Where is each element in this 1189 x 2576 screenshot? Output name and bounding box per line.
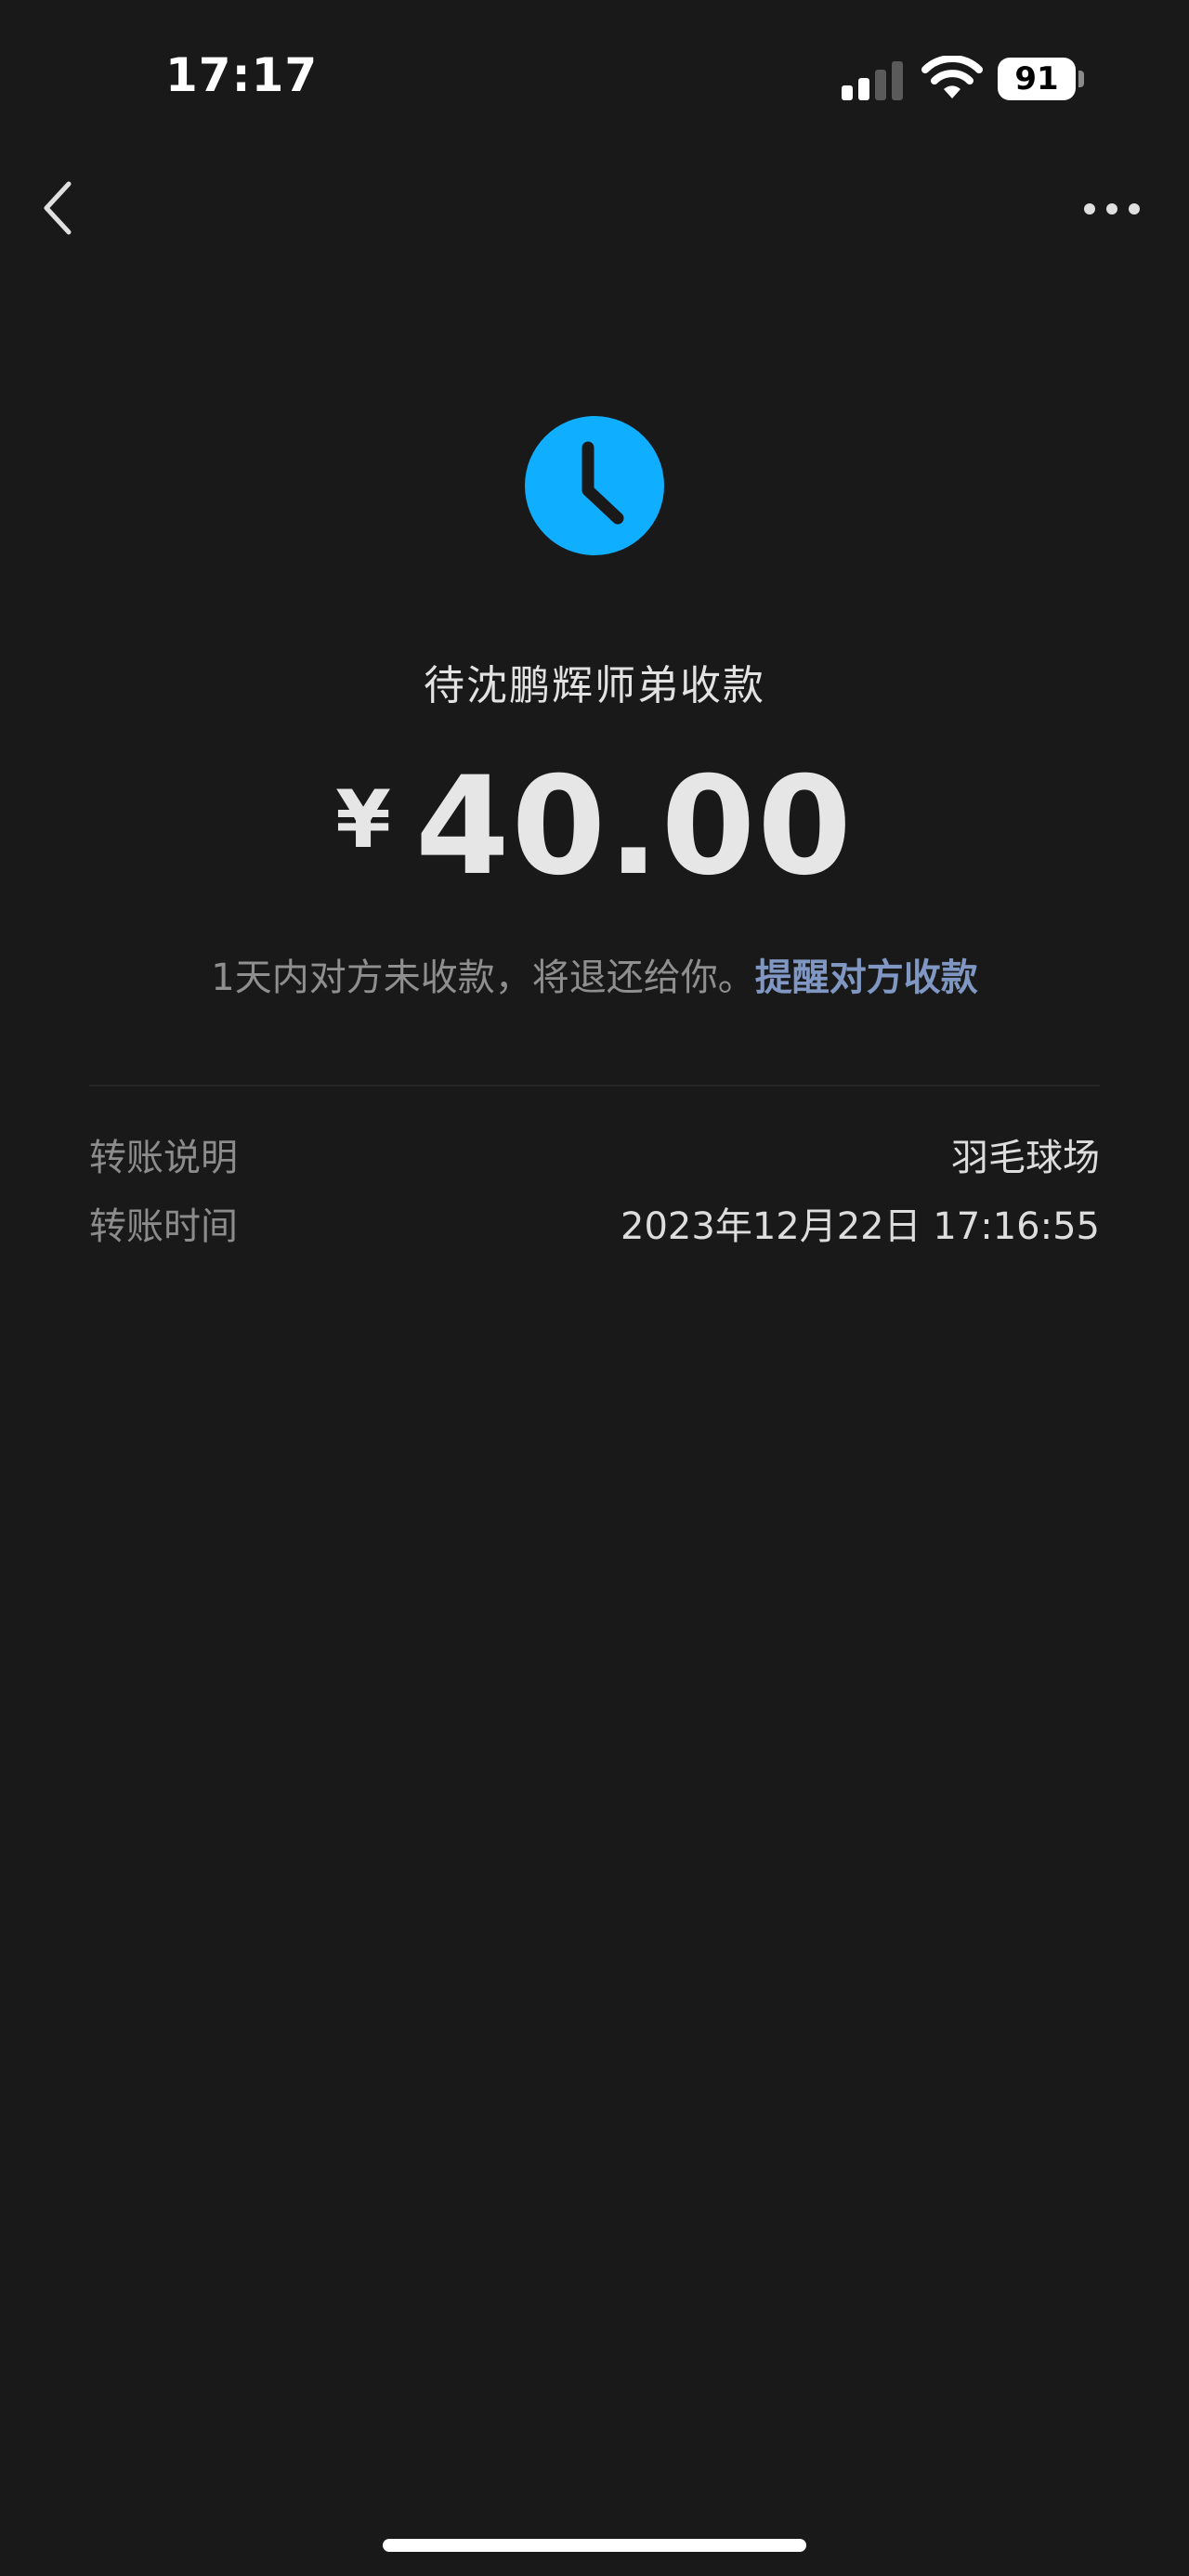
cellular-signal-icon (842, 61, 903, 100)
refund-notice-text: 1天内对方未收款，将退还给你。 (211, 956, 755, 999)
battery-tip (1078, 71, 1084, 87)
wifi-icon (921, 56, 983, 98)
home-indicator[interactable] (383, 2539, 806, 2552)
transfer-status-title: 待沈鹏辉师弟收款 (424, 662, 765, 709)
battery-indicator: 91 (998, 58, 1085, 100)
amount-row: ¥40.00 (0, 757, 1189, 896)
more-options-button[interactable] (1079, 195, 1144, 223)
transfer-note-value: 羽毛球场 (951, 1137, 1100, 1179)
transfer-amount: 40.00 (415, 748, 854, 905)
transfer-time-label: 转账时间 (89, 1205, 238, 1248)
back-button[interactable] (37, 176, 82, 240)
transfer-time-value: 2023年12月22日 17:16:55 (621, 1205, 1100, 1248)
battery-level: 91 (998, 58, 1076, 100)
transfer-note-label: 转账说明 (89, 1137, 238, 1179)
currency-symbol: ¥ (335, 774, 392, 866)
remind-receiver-link[interactable]: 提醒对方收款 (755, 956, 978, 999)
transfer-time-row: 转账时间 2023年12月22日 17:16:55 (89, 1196, 1100, 1248)
refund-notice: 1天内对方未收款，将退还给你。提醒对方收款 (0, 947, 1189, 1001)
status-bar-time: 17:17 (165, 48, 319, 102)
divider (89, 1085, 1100, 1086)
transfer-note-row: 转账说明 羽毛球场 (89, 1127, 1100, 1179)
clock-icon (525, 416, 664, 555)
